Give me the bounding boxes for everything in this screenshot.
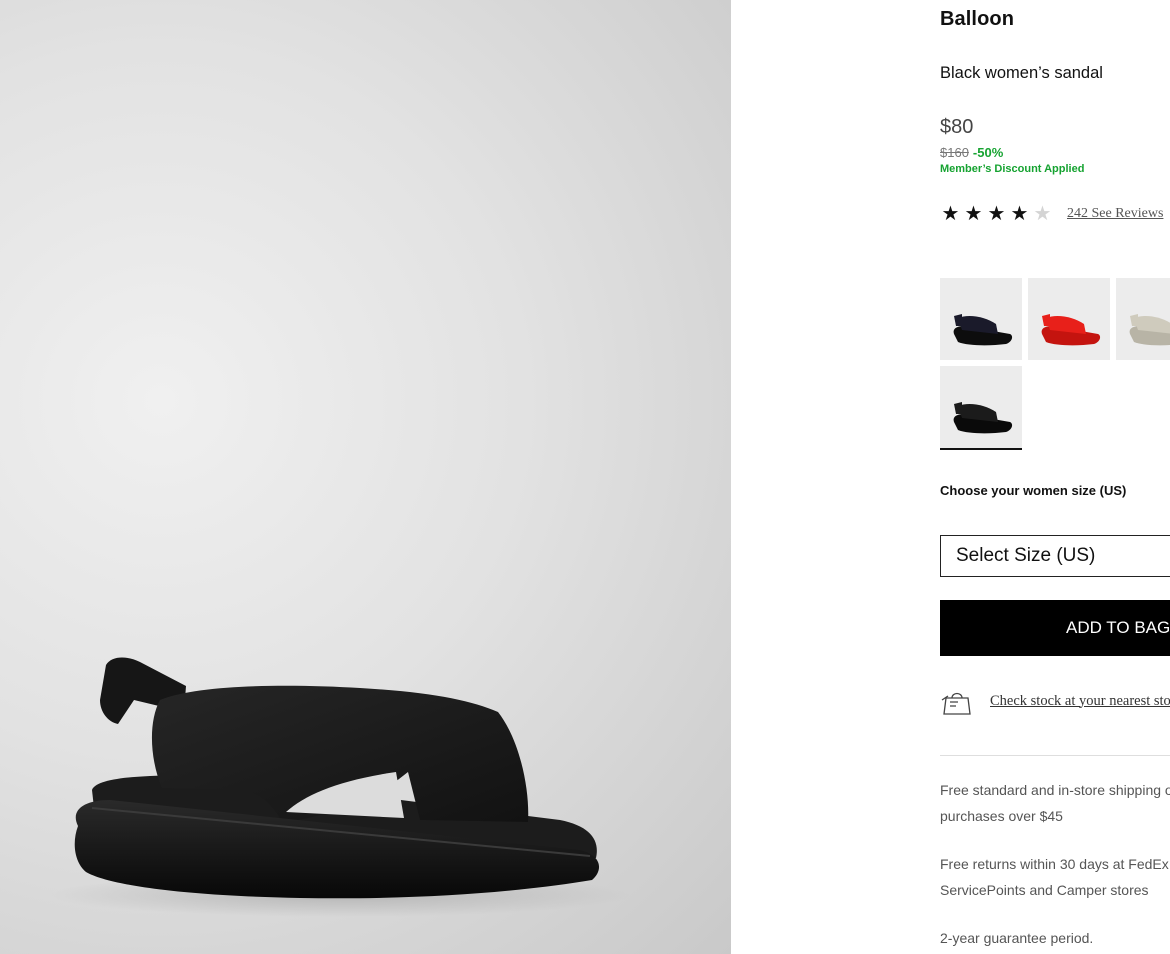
star-icon: ★ (941, 203, 960, 225)
see-reviews-link[interactable]: 242 See Reviews (1067, 206, 1163, 222)
sandal-thumbnail-icon (1041, 314, 1101, 346)
star-empty-icon: ★ (1033, 203, 1052, 225)
variant-swatch-beige[interactable] (1116, 278, 1170, 360)
sandal-thumbnail-icon (953, 314, 1013, 346)
variant-swatch-black[interactable] (940, 278, 1022, 360)
size-select-placeholder: Select Size (US) (956, 545, 1096, 566)
check-stock-link[interactable]: Check stock at your nearest store (990, 693, 1170, 710)
size-select[interactable]: Select Size (US) (940, 535, 1170, 577)
variant-swatch-red[interactable] (1028, 278, 1110, 360)
shipping-info-line: Free standard and in-store shipping on (940, 782, 1170, 798)
original-price: $160 (940, 145, 969, 160)
product-description: Black women’s sandal (940, 64, 1103, 82)
sandal-thumbnail-icon (953, 402, 1013, 434)
rating: ★ ★ ★ ★ ★ 242 See Reviews (940, 203, 1164, 225)
sandal-thumbnail-icon (1129, 314, 1170, 346)
current-price: $80 (940, 116, 974, 138)
rating-stars: ★ ★ ★ ★ ★ (940, 203, 1053, 225)
store-bag-icon (941, 692, 971, 715)
variant-swatch-black-selected[interactable] (940, 366, 1022, 450)
product-title: Balloon (940, 8, 1015, 30)
add-to-bag-button[interactable]: ADD TO BAG (940, 600, 1170, 656)
member-discount-text: Member’s Discount Applied (940, 163, 1085, 175)
add-to-bag-label: ADD TO BAG (1066, 618, 1170, 637)
price-discount-row: $160 -50% (940, 145, 1003, 160)
product-image (0, 0, 731, 954)
check-stock-row[interactable]: Check stock at your nearest store (940, 686, 1170, 716)
guarantee-info-line: 2-year guarantee period. (940, 930, 1094, 946)
divider (940, 755, 1170, 756)
discount-badge: -50% (972, 145, 1004, 160)
returns-info-line: ServicePoints and Camper stores (940, 882, 1149, 898)
shipping-info-line: purchases over $45 (940, 808, 1063, 824)
star-icon: ★ (964, 203, 983, 225)
returns-info-line: Free returns within 30 days at FedEx (940, 856, 1169, 872)
star-icon: ★ (987, 203, 1006, 225)
size-label: Choose your women size (US) (940, 483, 1127, 498)
product-details-panel: Balloon Black women’s sandal $80 $160 -50… (940, 0, 1170, 954)
star-icon: ★ (1010, 203, 1029, 225)
sandal-illustration (50, 657, 630, 917)
